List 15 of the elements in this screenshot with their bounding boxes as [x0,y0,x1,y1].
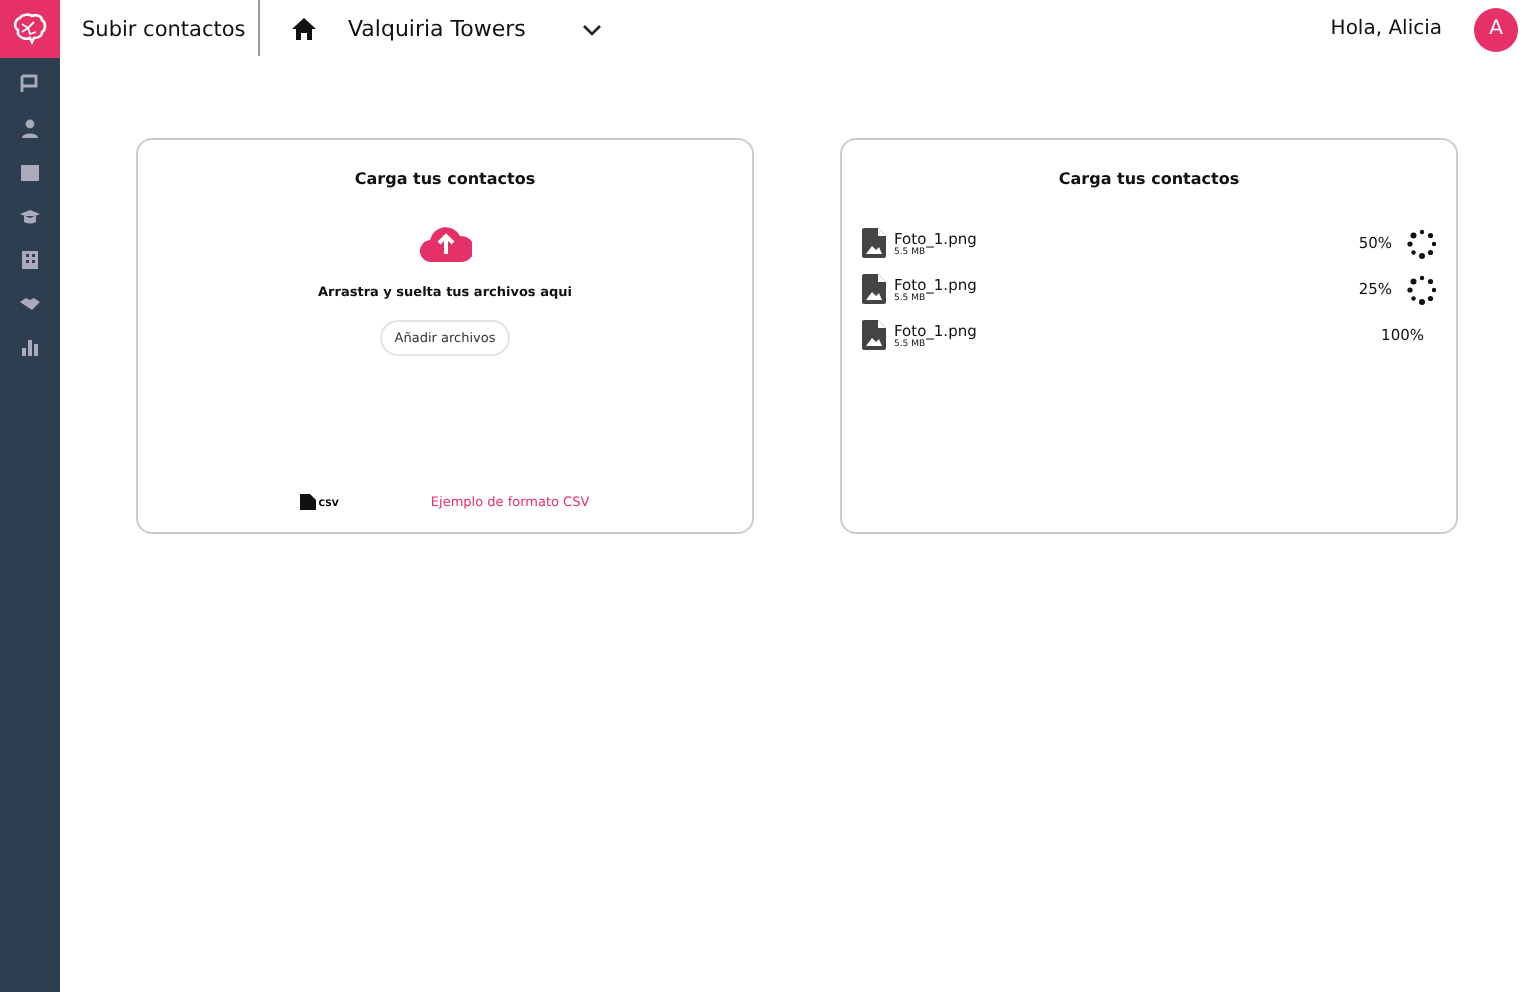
building-icon[interactable] [20,250,40,274]
person-icon[interactable] [20,118,40,142]
image-file-icon [862,274,886,304]
location-name: Valquiria Towers [348,16,526,42]
image-file-icon [862,320,886,350]
card-title: Carga tus contactos [354,170,536,188]
flag-icon[interactable] [20,74,40,98]
chart-icon[interactable] [20,338,40,362]
chevron-down-icon[interactable] [581,23,602,35]
greeting: Hola, Alicia [1330,18,1442,40]
image-file-icon [862,228,886,258]
user-avatar[interactable]: A [1474,7,1518,51]
home-icon[interactable] [292,18,316,40]
page-title: Subir contactos [82,17,248,41]
card-title: Carga tus contactos [1058,170,1240,188]
